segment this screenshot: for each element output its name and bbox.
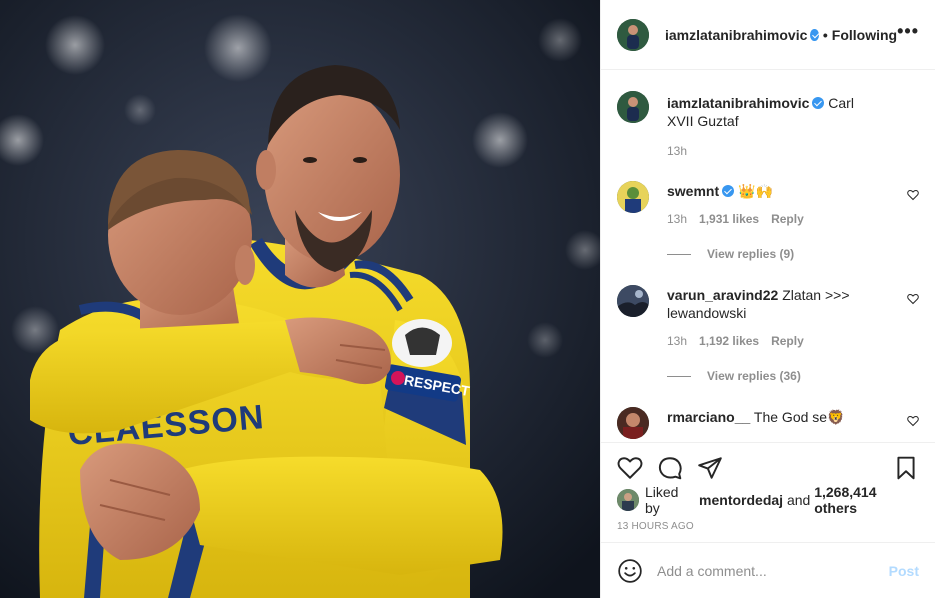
comment-text: The God se🦁 <box>753 409 845 425</box>
comment-time[interactable]: 13h <box>667 334 687 348</box>
comment-username[interactable]: varun_aravind22 <box>667 287 778 303</box>
liker-username[interactable]: mentordedaj <box>699 492 783 508</box>
post-timestamp[interactable]: 13 HOURS AGO <box>601 521 935 532</box>
verified-badge-icon <box>722 185 735 197</box>
comment-likes[interactable]: 1,931 likes <box>699 212 759 226</box>
view-replies-label: View replies (36) <box>707 369 801 383</box>
comment-avatar[interactable] <box>617 407 649 439</box>
divider <box>667 375 691 377</box>
comment-item: rmarciano__ The God se🦁 <box>617 407 919 439</box>
view-replies-button[interactable]: View replies (9) <box>667 247 794 261</box>
verified-badge-icon <box>810 28 819 41</box>
liker-avatar[interactable] <box>617 489 639 511</box>
comment-avatar[interactable] <box>617 285 649 317</box>
comment-username[interactable]: rmarciano__ <box>667 409 750 425</box>
post-comment-button[interactable]: Post <box>889 563 919 579</box>
comment-time[interactable]: 13h <box>667 212 687 226</box>
comment-avatar[interactable] <box>617 181 649 213</box>
caption-avatar[interactable] <box>617 91 649 123</box>
caption-username[interactable]: iamzlatanibrahimovic <box>667 95 809 111</box>
comment-input[interactable]: Add a comment... <box>657 563 889 579</box>
heart-icon[interactable] <box>617 455 643 481</box>
caption: iamzlatanibrahimovic Carl XVII Guztaf 13… <box>617 91 919 158</box>
comment-like-heart-icon[interactable] <box>907 189 919 201</box>
post-detail-panel: iamzlatanibrahimovic • Following ••• iam… <box>600 0 935 598</box>
liked-by-prefix: Liked by <box>645 484 679 516</box>
comment-icon[interactable] <box>657 455 683 481</box>
comment-item: varun_aravind22 Zlatan >>> lewandowski 1… <box>617 285 919 348</box>
comment-like-heart-icon[interactable] <box>907 293 919 305</box>
comment-text: 👑🙌 <box>738 183 773 199</box>
share-icon[interactable] <box>697 455 723 481</box>
bookmark-icon[interactable] <box>893 455 919 481</box>
author-avatar[interactable] <box>617 18 649 51</box>
likes-count[interactable]: 1,268,414 others <box>814 484 919 516</box>
divider <box>667 253 691 255</box>
comment-like-heart-icon[interactable] <box>907 415 919 427</box>
verified-badge-icon <box>812 97 825 109</box>
comment-username[interactable]: swemnt <box>667 183 719 199</box>
comment-likes[interactable]: 1,192 likes <box>699 334 759 348</box>
post-photo-illustration: RESPECT CLAESSON <box>0 0 600 598</box>
view-replies-label: View replies (9) <box>707 247 795 261</box>
liked-by-and: and <box>786 492 811 508</box>
post-header: iamzlatanibrahimovic • Following ••• <box>601 0 935 70</box>
post-actions: Liked by mentordedaj and 1,268,414 other… <box>601 442 935 598</box>
post-photo[interactable]: RESPECT CLAESSON <box>0 0 600 598</box>
smiley-icon[interactable] <box>617 558 643 584</box>
author-username[interactable]: iamzlatanibrahimovic <box>665 27 807 43</box>
more-options-icon[interactable]: ••• <box>897 22 919 44</box>
view-replies-button[interactable]: View replies (36) <box>667 369 801 383</box>
separator: • <box>822 26 828 43</box>
following-button[interactable]: Following <box>832 27 897 43</box>
add-comment-bar: Add a comment... Post <box>601 542 935 598</box>
reply-button[interactable]: Reply <box>771 212 804 226</box>
likes-summary: Liked by mentordedaj and 1,268,414 other… <box>601 484 935 516</box>
reply-button[interactable]: Reply <box>771 334 804 348</box>
comments-list[interactable]: iamzlatanibrahimovic Carl XVII Guztaf 13… <box>601 71 935 441</box>
caption-time[interactable]: 13h <box>667 144 687 158</box>
comment-item: swemnt 👑🙌 13h 1,931 likes Reply <box>617 181 919 226</box>
